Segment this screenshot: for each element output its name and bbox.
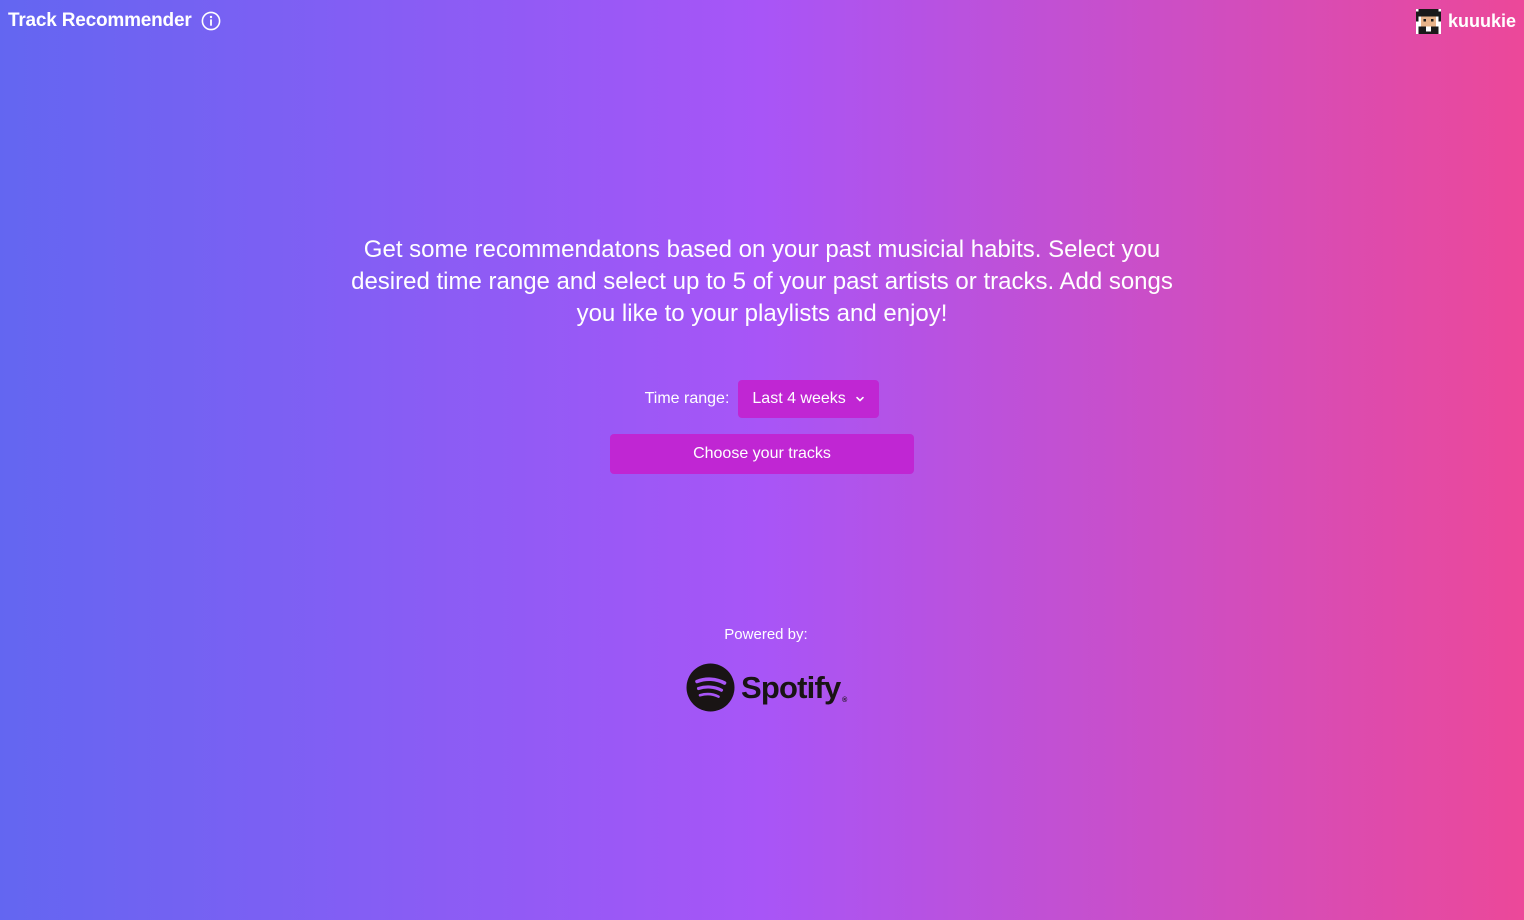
time-range-label: Time range: (644, 390, 730, 407)
intro-text: Get some recommendatons based on your pa… (351, 236, 1173, 327)
info-icon[interactable] (201, 11, 221, 31)
avatar (1415, 8, 1441, 34)
spotify-wordmark-text: Spotify (741, 670, 841, 705)
brand: Track Recommender (8, 8, 221, 34)
top-bar: Track Recommender kuuukie (0, 0, 1524, 44)
spotify-wordmark: Spotify ® (741, 663, 847, 712)
time-range-row: Time range: Last 4 weeks (0, 380, 1524, 418)
time-range-select[interactable]: Last 4 weeks (738, 380, 880, 418)
powered-by-label: Powered by: (724, 626, 808, 643)
registered-mark: ® (842, 697, 847, 704)
user-menu[interactable]: kuuukie (1415, 8, 1516, 34)
spotify-logo[interactable]: Spotify ® (686, 663, 847, 712)
spotify-logo-icon (686, 663, 735, 712)
choose-tracks-button[interactable]: Choose your tracks (610, 434, 914, 474)
username: kuuukie (1447, 11, 1516, 31)
chevron-down-icon (855, 394, 865, 404)
app-title[interactable]: Track Recommender (8, 8, 192, 34)
time-range-selected: Last 4 weeks (752, 390, 846, 407)
